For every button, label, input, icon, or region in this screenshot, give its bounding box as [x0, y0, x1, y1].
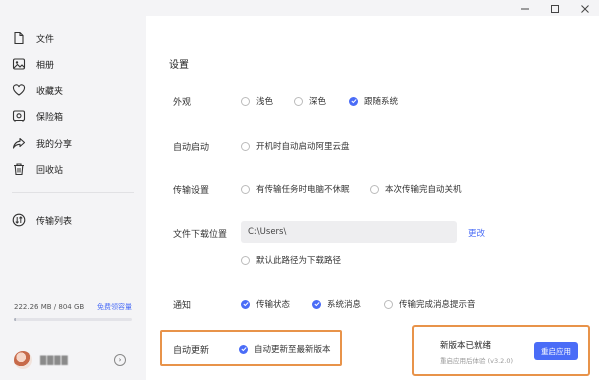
- window-controls: [519, 3, 591, 15]
- auto-update-label: 自动更新: [173, 346, 210, 356]
- option-label: 深色: [309, 97, 327, 107]
- appearance-label: 外观: [173, 98, 192, 108]
- chevron-right-icon[interactable]: ›: [114, 354, 126, 366]
- free-storage-link[interactable]: 免费领容量: [97, 302, 132, 312]
- sidebar-item-label: 保险箱: [36, 112, 64, 123]
- appearance-light-option[interactable]: 浅色: [241, 95, 273, 107]
- radio-unchecked-icon: [241, 96, 250, 106]
- avatar[interactable]: [14, 351, 32, 369]
- photo-icon: [12, 57, 26, 71]
- option-label: 默认此路径为下载路径: [256, 256, 342, 266]
- option-label: 开机时自动启动阿里云盘: [256, 142, 350, 152]
- notify-transfer-status-checkbox[interactable]: 传输状态: [241, 298, 290, 310]
- sidebar-divider: [12, 192, 134, 193]
- sidebar-item-label: 我的分享: [36, 139, 73, 150]
- storage-info: 222.26 MB / 804 GB 免费领容量: [14, 302, 132, 321]
- close-icon[interactable]: [579, 3, 591, 15]
- trash-icon: [12, 162, 26, 176]
- check-icon: [239, 344, 248, 354]
- storage-progress-bar: [14, 318, 132, 321]
- transfer-settings-label: 传输设置: [173, 186, 210, 196]
- user-profile[interactable]: ████ ›: [14, 349, 132, 371]
- appearance-dark-option[interactable]: 深色: [294, 95, 326, 107]
- sidebar-item-trash[interactable]: 回收站: [12, 159, 63, 179]
- option-label: 传输状态: [256, 300, 291, 310]
- radio-unchecked-icon: [241, 255, 250, 265]
- username: ████: [40, 355, 69, 365]
- storage-progress-fill: [14, 318, 16, 321]
- radio-unchecked-icon: [384, 299, 393, 309]
- radio-unchecked-icon: [370, 184, 379, 194]
- sidebar-item-safe[interactable]: 保险箱: [12, 106, 63, 126]
- sidebar-item-my-share[interactable]: 我的分享: [12, 133, 72, 153]
- sidebar: 文件 相册 收藏夹 保险箱 我的分享 回收站 传输列表 222.26 MB / …: [0, 0, 146, 380]
- autostart-checkbox[interactable]: 开机时自动启动阿里云盘: [241, 140, 350, 152]
- option-label: 有传输任务时电脑不休眠: [256, 185, 350, 195]
- check-icon: [312, 299, 321, 309]
- sidebar-item-files[interactable]: 文件: [12, 28, 54, 48]
- sidebar-item-label: 文件: [36, 34, 55, 45]
- change-path-link[interactable]: 更改: [468, 227, 485, 239]
- default-path-checkbox[interactable]: 默认此路径为下载路径: [241, 254, 341, 266]
- auto-update-checkbox[interactable]: 自动更新至最新版本: [239, 343, 331, 355]
- storage-used-text: 222.26 MB / 804 GB: [14, 303, 85, 311]
- download-path-input[interactable]: [241, 221, 457, 243]
- file-icon: [12, 31, 26, 45]
- radio-unchecked-icon: [294, 96, 303, 106]
- appearance-system-option[interactable]: 跟随系统: [349, 95, 398, 107]
- option-label: 浅色: [256, 97, 274, 107]
- check-icon: [241, 299, 250, 309]
- notify-label: 通知: [173, 301, 192, 311]
- minimize-icon[interactable]: [519, 3, 531, 15]
- sidebar-item-favorites[interactable]: 收藏夹: [12, 80, 63, 100]
- toast-title: 新版本已就绪: [440, 341, 492, 351]
- safe-icon: [12, 109, 26, 123]
- page-title: 设置: [169, 60, 189, 71]
- autostart-label: 自动启动: [173, 143, 210, 153]
- sidebar-item-photos[interactable]: 相册: [12, 54, 54, 74]
- maximize-icon[interactable]: [549, 3, 561, 15]
- option-label: 系统消息: [327, 300, 362, 310]
- option-label: 传输完成消息提示音: [399, 300, 476, 310]
- notify-sound-checkbox[interactable]: 传输完成消息提示音: [384, 298, 476, 310]
- heart-icon: [12, 83, 26, 97]
- option-label: 跟随系统: [364, 97, 399, 107]
- no-sleep-checkbox[interactable]: 有传输任务时电脑不休眠: [241, 183, 350, 195]
- sidebar-item-transfer-list[interactable]: 传输列表: [12, 210, 72, 230]
- notify-system-message-checkbox[interactable]: 系统消息: [312, 298, 361, 310]
- sidebar-item-label: 回收站: [36, 165, 64, 176]
- update-toast: 新版本已就绪 重启应用后体验 (v3.2.0) 重启应用: [412, 325, 590, 376]
- check-icon: [349, 96, 358, 106]
- transfer-icon: [12, 213, 26, 227]
- sidebar-item-label: 收藏夹: [36, 86, 64, 97]
- sidebar-item-label: 传输列表: [36, 216, 73, 227]
- auto-shutdown-checkbox[interactable]: 本次传输完自动关机: [370, 183, 462, 195]
- radio-unchecked-icon: [241, 184, 250, 194]
- share-icon: [12, 136, 26, 150]
- download-location-label: 文件下载位置: [173, 230, 228, 240]
- option-label: 本次传输完自动关机: [385, 185, 462, 195]
- restart-app-button[interactable]: 重启应用: [534, 342, 578, 360]
- radio-unchecked-icon: [241, 141, 250, 151]
- sidebar-item-label: 相册: [36, 60, 55, 71]
- option-label: 自动更新至最新版本: [254, 345, 331, 355]
- toast-subtitle: 重启应用后体验 (v3.2.0): [440, 357, 514, 365]
